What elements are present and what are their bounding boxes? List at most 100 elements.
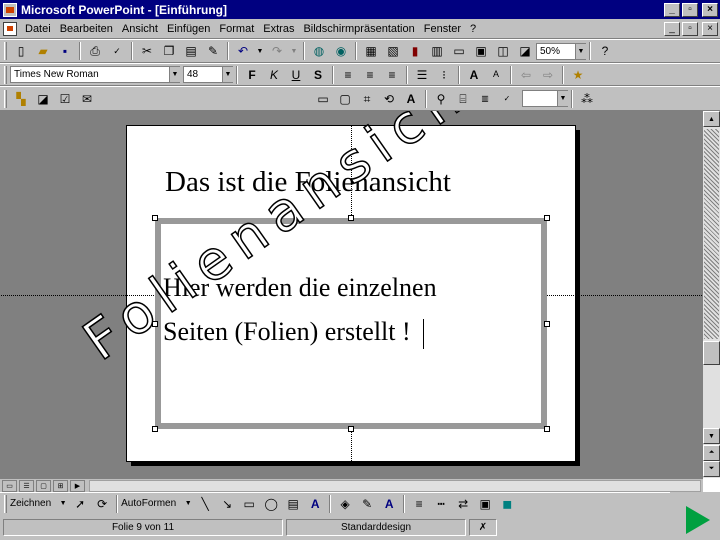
- promote-icon[interactable]: ⇦: [517, 66, 535, 84]
- menu-einfuegen[interactable]: Einfügen: [167, 23, 210, 35]
- resize-handle[interactable]: [348, 215, 354, 221]
- menu-bildschirmpraesentation[interactable]: Bildschirmpräsentation: [303, 23, 414, 35]
- resize-handle[interactable]: [152, 426, 158, 432]
- redo-icon[interactable]: ↷: [268, 42, 286, 60]
- font-combo[interactable]: Times New Roman ▼: [10, 66, 180, 83]
- autoshapes-arrow-icon[interactable]: ▼: [184, 495, 192, 513]
- spelling-icon[interactable]: ✓: [108, 42, 126, 60]
- slide-view-icon[interactable]: ▢: [36, 479, 51, 492]
- toolbar-options-icon[interactable]: ⁂: [578, 90, 596, 108]
- autoshapes-menu-button[interactable]: AutoFormen: [121, 498, 176, 509]
- insert-excel-icon[interactable]: ▧: [384, 42, 402, 60]
- rectangle-icon[interactable]: ▭: [240, 495, 258, 513]
- window-close-button[interactable]: ×: [702, 2, 718, 17]
- edit-points-icon[interactable]: ⌗: [358, 90, 376, 108]
- decrease-font-size-icon[interactable]: A: [487, 66, 505, 84]
- new-slide-icon[interactable]: ▭: [450, 42, 468, 60]
- increase-font-size-icon[interactable]: A: [465, 66, 483, 84]
- align-center-icon[interactable]: ≡: [361, 66, 379, 84]
- toolbar-grip[interactable]: [4, 42, 7, 60]
- free-rotate-icon[interactable]: ⟳: [93, 495, 111, 513]
- insert-picture-icon[interactable]: ⌸: [454, 90, 472, 108]
- open-icon[interactable]: ▰: [34, 42, 52, 60]
- shape-icon[interactable]: ▢: [336, 90, 354, 108]
- slideshow-view-icon[interactable]: ▶: [70, 479, 85, 492]
- toolbar-grip[interactable]: [4, 65, 7, 84]
- text-box-icon[interactable]: ▭: [314, 90, 332, 108]
- resize-handle[interactable]: [152, 215, 158, 221]
- style-combo[interactable]: ▼: [522, 90, 568, 107]
- bullets-icon[interactable]: ⁝: [435, 66, 453, 84]
- paste-icon[interactable]: ▤: [182, 42, 200, 60]
- scroll-thumb[interactable]: [703, 341, 720, 365]
- copy-icon[interactable]: ❐: [160, 42, 178, 60]
- align-left-icon[interactable]: ≡: [339, 66, 357, 84]
- resize-handle[interactable]: [348, 426, 354, 432]
- undo-dropdown-icon[interactable]: ▼: [256, 42, 264, 60]
- insert-chart-icon[interactable]: ▮: [406, 42, 424, 60]
- textbox-icon[interactable]: ▤: [284, 495, 302, 513]
- menu-bearbeiten[interactable]: Bearbeiten: [60, 23, 113, 35]
- menu-datei[interactable]: Datei: [25, 23, 51, 35]
- horizontal-scrollbar[interactable]: [89, 479, 701, 492]
- text-color-icon[interactable]: A: [402, 90, 420, 108]
- outline-view-icon[interactable]: ☰: [19, 479, 34, 492]
- chevron-down-icon[interactable]: ▼: [575, 43, 586, 59]
- menu-format[interactable]: Format: [219, 23, 254, 35]
- chevron-down-icon[interactable]: ▼: [169, 67, 180, 82]
- menu-help[interactable]: ?: [470, 23, 476, 35]
- spelling-icon[interactable]: ✓: [498, 90, 516, 108]
- doc-minimize-button[interactable]: _: [664, 21, 680, 36]
- align-right-icon[interactable]: ≡: [383, 66, 401, 84]
- insert-table-icon[interactable]: ▦: [362, 42, 380, 60]
- italic-button[interactable]: K: [265, 66, 283, 84]
- apply-design-icon[interactable]: ◫: [494, 42, 512, 60]
- mail-icon[interactable]: ✉: [78, 90, 96, 108]
- slide-layout-icon[interactable]: ▣: [472, 42, 490, 60]
- fill-color-icon[interactable]: ◈: [336, 495, 354, 513]
- spelling-status-icon[interactable]: ✗: [469, 518, 497, 536]
- menu-ansicht[interactable]: Ansicht: [122, 23, 158, 35]
- numbering-icon[interactable]: ☰: [413, 66, 431, 84]
- slide-layout-icon[interactable]: ◪: [34, 90, 52, 108]
- insert-clipart-icon[interactable]: ▥: [428, 42, 446, 60]
- save-icon[interactable]: ▪: [56, 42, 74, 60]
- shadow-button[interactable]: S: [309, 66, 327, 84]
- wordart-icon[interactable]: A: [306, 495, 324, 513]
- format-painter-icon[interactable]: ✎: [204, 42, 222, 60]
- vertical-scrollbar[interactable]: ▲ ▼ ⏶ ⏷: [703, 111, 720, 478]
- toolbar-grip[interactable]: [4, 89, 7, 108]
- play-icon[interactable]: [676, 500, 716, 536]
- demote-icon[interactable]: ⇨: [539, 66, 557, 84]
- select-pointer-icon[interactable]: ➚: [71, 495, 89, 513]
- underline-button[interactable]: U: [287, 66, 305, 84]
- resize-handle[interactable]: [544, 426, 550, 432]
- powerpoint-app-icon[interactable]: [3, 2, 17, 17]
- cut-icon[interactable]: ✂: [138, 42, 156, 60]
- toolbar-grip[interactable]: [4, 494, 7, 513]
- checklist-icon[interactable]: ☑: [56, 90, 74, 108]
- office-assistant-icon[interactable]: ?: [596, 42, 614, 60]
- arrow-style-icon[interactable]: ⇄: [454, 495, 472, 513]
- slide-sorter-icon[interactable]: ⊞: [53, 479, 68, 492]
- menu-extras[interactable]: Extras: [263, 23, 294, 35]
- web-toolbar-icon[interactable]: ◉: [332, 42, 350, 60]
- resize-handle[interactable]: [544, 321, 550, 327]
- draw-menu-arrow-icon[interactable]: ▼: [59, 495, 67, 513]
- black-white-view-icon[interactable]: ◪: [516, 42, 534, 60]
- oval-icon[interactable]: ◯: [262, 495, 280, 513]
- doc-close-button[interactable]: ×: [702, 21, 718, 36]
- dash-style-icon[interactable]: ┅: [432, 495, 450, 513]
- redo-dropdown-icon[interactable]: ▼: [290, 42, 298, 60]
- scroll-down-icon[interactable]: ▼: [703, 428, 720, 444]
- chevron-down-icon[interactable]: ▼: [557, 91, 568, 106]
- font-size-combo[interactable]: 48 ▼: [183, 66, 233, 83]
- wordart-icon[interactable]: ⚲: [432, 90, 450, 108]
- line-color-icon[interactable]: ✎: [358, 495, 376, 513]
- rotate-icon[interactable]: ⟲: [380, 90, 398, 108]
- hyperlink-icon[interactable]: ◍: [310, 42, 328, 60]
- line-style-icon[interactable]: ≡: [410, 495, 428, 513]
- window-restore-button[interactable]: ▫: [682, 2, 698, 17]
- next-slide-icon[interactable]: ⏷: [703, 461, 720, 477]
- draw-menu-button[interactable]: Zeichnen: [10, 498, 51, 509]
